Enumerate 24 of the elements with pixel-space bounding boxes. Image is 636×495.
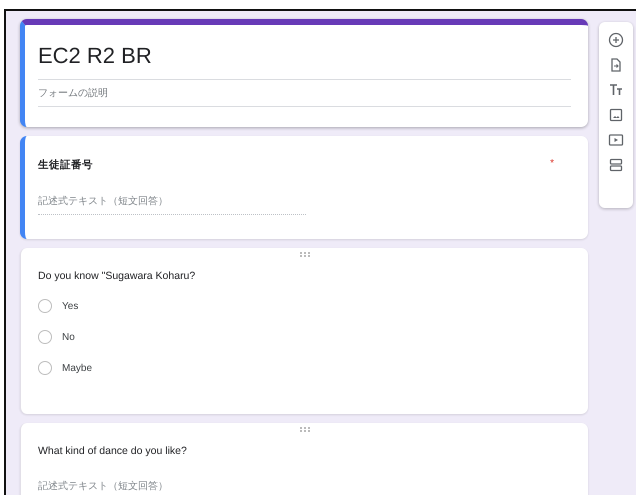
question-card[interactable]: Do you know "Sugawara Koharu? Yes No Maybe [20,248,588,414]
question-title: What kind of dance do you like? [38,445,187,457]
text-size-icon[interactable] [608,82,624,98]
question-card[interactable]: 生徒証番号 * 記述式テキスト（短文回答） [20,136,588,239]
image-icon[interactable] [608,107,624,123]
question-title: Do you know "Sugawara Koharu? [38,270,196,282]
form-title[interactable]: EC2 R2 BR [38,39,571,80]
option-label: Maybe [62,362,92,374]
option-label: Yes [62,300,78,312]
video-icon[interactable] [608,132,624,148]
question-card[interactable]: What kind of dance do you like? 記述式テキスト（短文回答） [20,423,588,495]
add-icon[interactable] [608,32,624,48]
required-mark: * [550,158,554,169]
radio-button[interactable] [38,361,52,375]
question-title: 生徒証番号 [38,158,93,172]
radio-button[interactable] [38,299,52,313]
drag-handle-icon[interactable] [300,427,310,432]
radio-button[interactable] [38,330,52,344]
section-icon[interactable] [608,157,624,173]
answer-field[interactable]: 記述式テキスト（短文回答） [38,479,306,495]
form-description-field[interactable]: フォームの説明 [38,80,571,107]
drag-handle-icon[interactable] [300,252,310,257]
option-label: No [62,332,75,342]
answer-field[interactable]: 記述式テキスト（短文回答） [38,194,306,215]
